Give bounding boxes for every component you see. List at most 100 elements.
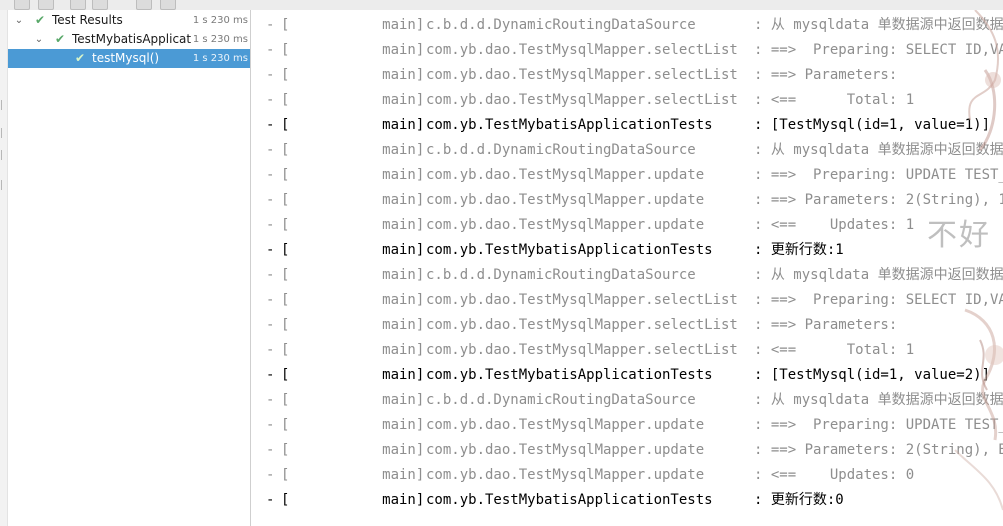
- log-thread: [ main]: [281, 367, 425, 383]
- log-thread: [ main]: [281, 17, 425, 33]
- duration: 1 s 230 ms: [192, 34, 248, 45]
- log-dash: -: [266, 142, 275, 158]
- log-dash: -: [266, 317, 275, 333]
- log-line: -[ main] com.yb.dao.TestMysqlMapper.updat…: [251, 413, 1003, 438]
- expand-button[interactable]: [92, 0, 108, 10]
- log-line: -[ main] com.yb.dao.TestMysqlMapper.selec…: [251, 38, 1003, 63]
- log-message: : 从 mysqldata 单数据源中返回数据源: [754, 392, 1003, 408]
- tree-row-test-class[interactable]: ⌄ ✔ TestMybatisApplicati 1 s 230 ms: [8, 30, 250, 49]
- log-line: -[ main] c.b.d.d.DynamicRoutingDataSource…: [251, 13, 1003, 38]
- log-line: -[ main] c.b.d.d.DynamicRoutingDataSource…: [251, 263, 1003, 288]
- log-dash: -: [266, 292, 275, 308]
- log-dash: -: [266, 67, 275, 83]
- log-thread: [ main]: [281, 67, 425, 83]
- log-dash: -: [266, 17, 275, 33]
- log-message: : <== Total: 1: [754, 92, 915, 108]
- log-line: -[ main] com.yb.dao.TestMysqlMapper.selec…: [251, 288, 1003, 313]
- tool-strip: [0, 10, 8, 526]
- tree-row-label: TestMybatisApplicati: [72, 32, 192, 46]
- log-dash: -: [266, 492, 275, 508]
- log-logger: com.yb.TestMybatisApplicationTests: [426, 117, 713, 133]
- duration: 1 s 230 ms: [192, 53, 248, 64]
- log-dash: -: [266, 192, 275, 208]
- log-logger: c.b.d.d.DynamicRoutingDataSource: [426, 392, 696, 408]
- log-thread: [ main]: [281, 292, 425, 308]
- check-icon: ✔: [35, 13, 46, 27]
- log-logger: com.yb.dao.TestMysqlMapper.selectList: [426, 67, 738, 83]
- log-logger: com.yb.dao.TestMysqlMapper.selectList: [426, 317, 738, 333]
- log-thread: [ main]: [281, 392, 425, 408]
- log-dash: -: [266, 167, 275, 183]
- log-line: -[ main] com.yb.TestMybatisApplicationTes…: [251, 238, 1003, 263]
- log-dash: -: [266, 392, 275, 408]
- log-thread: [ main]: [281, 242, 425, 258]
- log-logger: com.yb.dao.TestMysqlMapper.update: [426, 417, 705, 433]
- log-message: : 从 mysqldata 单数据源中返回数据源: [754, 17, 1003, 33]
- tree-row-test-method[interactable]: ✔ testMysql() 1 s 230 ms: [8, 49, 250, 68]
- log-thread: [ main]: [281, 467, 425, 483]
- log-dash: -: [266, 417, 275, 433]
- log-dash: -: [266, 267, 275, 283]
- duration: 1 s 230 ms: [192, 15, 248, 26]
- log-dash: -: [266, 42, 275, 58]
- log-line: -[ main] com.yb.dao.TestMysqlMapper.selec…: [251, 338, 1003, 363]
- log-message: : ==> Preparing: SELECT ID,VALUE: [754, 292, 1003, 308]
- log-message: : ==> Preparing: SELECT ID,VALUE: [754, 42, 1003, 58]
- log-thread: [ main]: [281, 267, 425, 283]
- log-line: -[ main] com.yb.dao.TestMysqlMapper.updat…: [251, 463, 1003, 488]
- log-logger: c.b.d.d.DynamicRoutingDataSource: [426, 267, 696, 283]
- log-logger: c.b.d.d.DynamicRoutingDataSource: [426, 17, 696, 33]
- log-dash: -: [266, 367, 275, 383]
- log-message: : <== Updates: 0: [754, 467, 915, 483]
- log-logger: com.yb.dao.TestMysqlMapper.update: [426, 442, 705, 458]
- log-thread: [ main]: [281, 167, 425, 183]
- log-thread: [ main]: [281, 317, 425, 333]
- log-message: : 从 mysqldata 单数据源中返回数据源: [754, 267, 1003, 283]
- log-line: -[ main] com.yb.dao.TestMysqlMapper.selec…: [251, 63, 1003, 88]
- chevron-down-icon[interactable]: ⌄: [14, 11, 24, 30]
- log-logger: com.yb.dao.TestMysqlMapper.update: [426, 467, 705, 483]
- settings-button[interactable]: [160, 0, 176, 10]
- log-message: : ==> Preparing: UPDATE TEST_MYSQL: [754, 167, 1003, 183]
- log-logger: com.yb.TestMybatisApplicationTests: [426, 492, 713, 508]
- log-dash: -: [266, 467, 275, 483]
- log-message: : <== Total: 1: [754, 342, 915, 358]
- log-message: : [TestMysql(id=1, value=2)]: [754, 367, 991, 383]
- console-output[interactable]: -[ main] c.b.d.d.DynamicRoutingDataSource…: [251, 10, 1003, 526]
- log-message: : 更新行数:0: [754, 492, 844, 508]
- log-message: : 更新行数:1: [754, 242, 844, 258]
- log-line: -[ main] com.yb.dao.TestMysqlMapper.selec…: [251, 88, 1003, 113]
- log-thread: [ main]: [281, 142, 425, 158]
- log-dash: -: [266, 442, 275, 458]
- log-line: -[ main] com.yb.TestMybatisApplicationTes…: [251, 113, 1003, 138]
- log-line: -[ main] c.b.d.d.DynamicRoutingDataSource…: [251, 388, 1003, 413]
- toggle-button[interactable]: [38, 0, 54, 10]
- log-dash: -: [266, 117, 275, 133]
- log-line: -[ main] c.b.d.d.DynamicRoutingDataSource…: [251, 138, 1003, 163]
- log-logger: c.b.d.d.DynamicRoutingDataSource: [426, 142, 696, 158]
- test-results-tree: ⌄ ✔ Test Results 1 s 230 ms ⌄ ✔ TestMyba…: [8, 10, 251, 526]
- sort-button[interactable]: [70, 0, 86, 10]
- log-line: -[ main] com.yb.dao.TestMysqlMapper.selec…: [251, 313, 1003, 338]
- log-thread: [ main]: [281, 217, 425, 233]
- log-message: : 从 mysqldata 单数据源中返回数据源: [754, 142, 1003, 158]
- tree-row-test-results[interactable]: ⌄ ✔ Test Results 1 s 230 ms: [8, 11, 250, 30]
- log-dash: -: [266, 342, 275, 358]
- log-message: : <== Updates: 1: [754, 217, 915, 233]
- log-line: -[ main] com.yb.TestMybatisApplicationTes…: [251, 363, 1003, 388]
- collapse-button[interactable]: [136, 0, 152, 10]
- log-thread: [ main]: [281, 442, 425, 458]
- log-logger: com.yb.dao.TestMysqlMapper.selectList: [426, 342, 738, 358]
- log-message: : ==> Preparing: UPDATE TEST_MYSQL: [754, 417, 1003, 433]
- log-thread: [ main]: [281, 92, 425, 108]
- chevron-down-icon[interactable]: ⌄: [34, 30, 44, 49]
- log-message: : ==> Parameters:: [754, 67, 898, 83]
- log-message: : ==> Parameters:: [754, 317, 898, 333]
- tree-row-label: Test Results: [52, 13, 123, 27]
- rerun-button[interactable]: [14, 0, 30, 10]
- log-line: -[ main] com.yb.dao.TestMysqlMapper.updat…: [251, 163, 1003, 188]
- log-message: : ==> Parameters: 2(String), BIG: [754, 442, 1003, 458]
- log-dash: -: [266, 92, 275, 108]
- log-message: : [TestMysql(id=1, value=1)]: [754, 117, 991, 133]
- log-logger: com.yb.dao.TestMysqlMapper.update: [426, 167, 705, 183]
